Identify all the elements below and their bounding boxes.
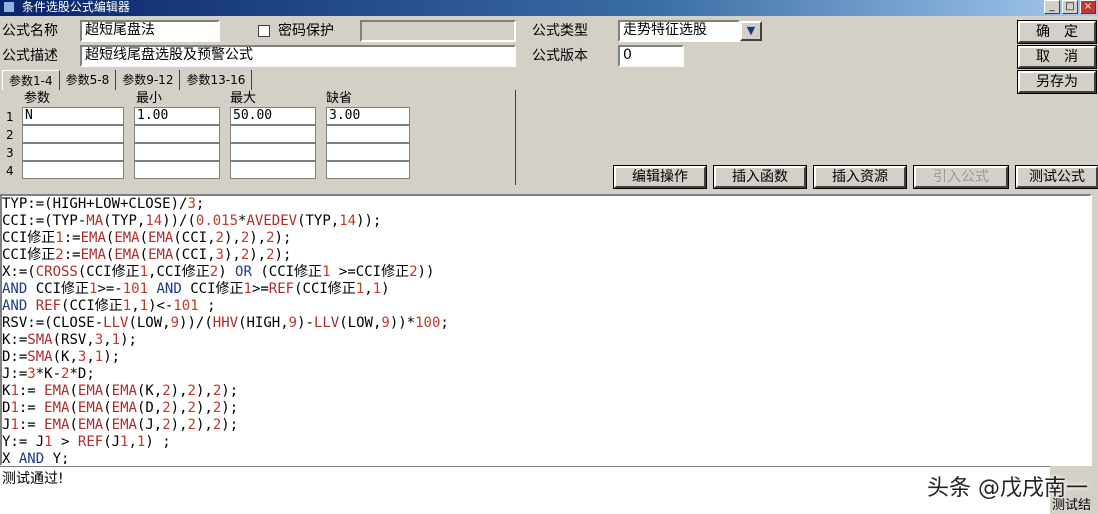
maximize-button[interactable]: □ — [1062, 0, 1078, 14]
close-button[interactable]: × — [1080, 0, 1096, 14]
watermark: 头条 @戊戌南一 — [927, 476, 1088, 501]
code-line[interactable]: X AND Y; — [2, 451, 1090, 464]
formula-name-label: 公式名称 — [2, 23, 58, 39]
param-default-cell[interactable] — [326, 161, 410, 179]
minimize-button[interactable]: _ — [1044, 0, 1060, 14]
param-min-cell[interactable]: 1.00 — [134, 107, 220, 125]
param-row-num: 2 — [6, 128, 14, 142]
code-line[interactable]: CCI修正1:=EMA(EMA(EMA(CCI,2),2),2); — [2, 230, 1090, 247]
code-line[interactable]: D1:= EMA(EMA(EMA(D,2),2),2); — [2, 400, 1090, 417]
import-formula-button[interactable]: 引入公式 — [913, 165, 1009, 189]
code-line[interactable]: AND CCI修正1>=-101 AND CCI修正1>=REF(CCI修正1,… — [2, 281, 1090, 298]
editor-scrollbar[interactable] — [1092, 194, 1098, 466]
status-text: 测试通过! — [2, 471, 64, 487]
code-line[interactable]: D:=SMA(K,3,1); — [2, 349, 1090, 366]
param-tabs: 参数1-4 参数5-8 参数9-12 参数13-16 — [2, 70, 253, 90]
param-max-cell[interactable]: 50.00 — [230, 107, 316, 125]
formula-desc-input[interactable]: 超短线尾盘选股及预警公式 — [80, 45, 516, 67]
window-controls: _ □ × — [1044, 0, 1096, 16]
cancel-button[interactable]: 取 消 — [1017, 45, 1097, 69]
param-min-cell[interactable] — [134, 125, 220, 143]
tab-params-5-8[interactable]: 参数5-8 — [60, 70, 117, 90]
formula-desc-label: 公式描述 — [2, 48, 58, 64]
edit-operation-button[interactable]: 编辑操作 — [613, 165, 707, 189]
code-line[interactable]: K1:= EMA(EMA(EMA(K,2),2),2); — [2, 383, 1090, 400]
param-default-cell[interactable] — [326, 143, 410, 161]
insert-function-button[interactable]: 插入函数 — [713, 165, 807, 189]
param-default-cell[interactable] — [326, 125, 410, 143]
test-formula-button[interactable]: 测试公式 — [1015, 165, 1098, 189]
code-line[interactable]: K:=SMA(RSV,3,1); — [2, 332, 1090, 349]
code-line[interactable]: AND REF(CCI修正1,1)<-101 ; — [2, 298, 1090, 315]
param-row-num: 1 — [6, 110, 14, 124]
formula-type-label: 公式类型 — [532, 23, 588, 39]
chevron-down-icon[interactable]: ▼ — [740, 21, 762, 41]
param-min-cell[interactable] — [134, 161, 220, 179]
code-line[interactable]: J1:= EMA(EMA(EMA(J,2),2),2); — [2, 417, 1090, 434]
param-header-default: 缺省 — [326, 91, 353, 106]
formula-name-input[interactable]: 超短尾盘法 — [80, 20, 220, 42]
param-max-cell[interactable] — [230, 161, 316, 179]
save-as-button[interactable]: 另存为 — [1017, 70, 1097, 94]
param-name-cell[interactable]: N — [22, 107, 124, 125]
formula-type-select[interactable]: 走势特征选股 — [618, 20, 740, 42]
param-header-min: 最小 — [136, 91, 163, 106]
param-name-cell[interactable] — [22, 161, 124, 179]
param-max-cell[interactable] — [230, 125, 316, 143]
password-input[interactable] — [360, 20, 516, 42]
code-line[interactable]: TYP:=(HIGH+LOW+CLOSE)/3; — [2, 196, 1090, 213]
tab-params-13-16[interactable]: 参数13-16 — [180, 70, 253, 90]
formula-version-label: 公式版本 — [532, 48, 588, 64]
code-line[interactable]: X:=(CROSS(CCI修正1,CCI修正2) OR (CCI修正1 >=CC… — [2, 264, 1090, 281]
password-label: 密码保护 — [278, 23, 334, 39]
param-row-num: 4 — [6, 164, 14, 178]
formula-editor[interactable]: TYP:=(HIGH+LOW+CLOSE)/3; CCI:=(TYP-MA(TYP… — [0, 194, 1092, 466]
app-icon — [4, 2, 14, 12]
param-max-cell[interactable] — [230, 143, 316, 161]
code-line[interactable]: CCI修正2:=EMA(EMA(EMA(CCI,3),2),2); — [2, 247, 1090, 264]
param-table: 参数 最小 最大 缺省 1 N 1.00 50.00 3.00 2 3 4 — [2, 90, 516, 185]
param-row-num: 3 — [6, 146, 14, 160]
tab-params-1-4[interactable]: 参数1-4 — [2, 70, 60, 90]
code-line[interactable]: CCI:=(TYP-MA(TYP,14))/(0.015*AVEDEV(TYP,… — [2, 213, 1090, 230]
window-title: 条件选股公式编辑器 — [21, 0, 130, 14]
insert-resource-button[interactable]: 插入资源 — [813, 165, 907, 189]
param-header-max: 最大 — [230, 91, 257, 106]
param-min-cell[interactable] — [134, 143, 220, 161]
param-default-cell[interactable]: 3.00 — [326, 107, 410, 125]
code-line[interactable]: J:=3*K-2*D; — [2, 366, 1090, 383]
code-line[interactable]: RSV:=(CLOSE-LLV(LOW,9))/(HHV(HIGH,9)-LLV… — [2, 315, 1090, 332]
param-name-cell[interactable] — [22, 125, 124, 143]
param-header-name: 参数 — [24, 91, 51, 106]
password-checkbox[interactable] — [258, 25, 270, 37]
param-name-cell[interactable] — [22, 143, 124, 161]
formula-version-input[interactable]: 0 — [618, 45, 684, 67]
ok-button[interactable]: 确 定 — [1017, 20, 1097, 44]
code-line[interactable]: Y:= J1 > REF(J1,1) ; — [2, 434, 1090, 451]
tab-params-9-12[interactable]: 参数9-12 — [116, 70, 181, 90]
title-bar: 条件选股公式编辑器 _ □ × — [0, 0, 1098, 16]
status-output: 测试通过! — [0, 466, 1050, 514]
